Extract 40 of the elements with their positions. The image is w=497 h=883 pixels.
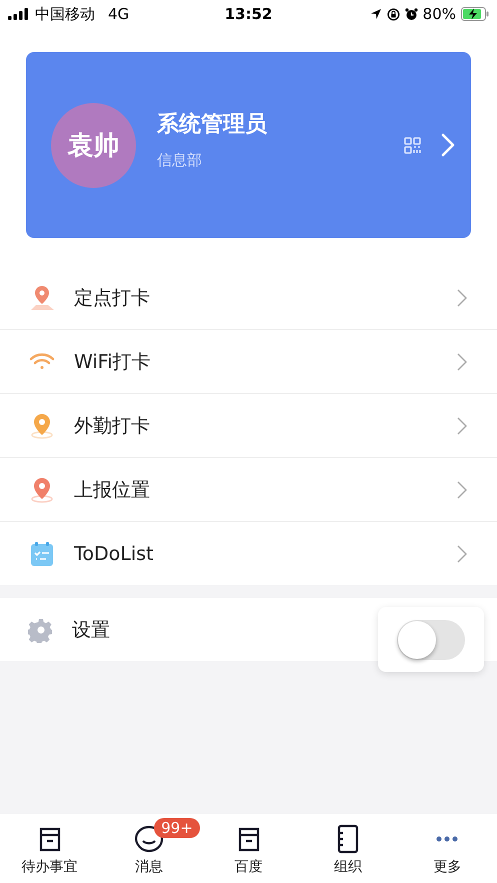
menu-label: 设置 [72,618,110,642]
department-name: 信息部 [157,150,203,170]
tab-label: 百度 [234,858,263,876]
chevron-right-icon [457,416,467,434]
chevron-right-icon [457,544,467,562]
chevron-right-icon [457,352,467,370]
tab-item[interactable]: 更多 [398,814,497,883]
battery-percent: 80% [422,5,456,23]
menu-label: 上报位置 [74,478,151,502]
menu-label: ToDoList [74,542,154,564]
settings-icon [28,616,54,642]
tab-item[interactable]: 组织 [298,814,398,883]
avatar: 袁帅 [51,102,136,188]
signal-icon [8,8,30,20]
tab-label: 待办事宜 [22,858,78,876]
rotation-lock-icon [386,8,400,20]
location-arrow-icon [370,8,382,20]
tab-item[interactable]: 99+ 消息 [99,814,199,883]
tab-label: 更多 [433,858,462,876]
chevron-right-icon [457,480,467,498]
more-icon [434,836,460,842]
status-time: 13:52 [224,5,272,23]
battery-charging-icon [461,7,489,21]
menu-label: 外勤打卡 [74,414,151,438]
toggle-switch[interactable] [397,620,465,660]
user-name: 系统管理员 [157,110,268,138]
menu-label: 定点打卡 [74,286,151,310]
alarm-icon [404,8,418,20]
tab-item[interactable]: 待办事宜 [0,814,100,883]
chevron-right-icon[interactable] [441,133,455,157]
network-type: 4G [108,5,130,23]
menu-label: WiFi打卡 [74,350,152,374]
carrier-name: 中国移动 [35,4,95,24]
tab-label: 消息 [135,858,164,876]
unread-badge: 99+ [154,818,200,838]
qr-code-icon[interactable] [404,136,421,154]
chevron-right-icon [457,288,467,306]
tab-label: 组织 [334,858,362,876]
tab-item[interactable]: 百度 [198,814,298,883]
calendar-checklist-icon [28,540,56,568]
